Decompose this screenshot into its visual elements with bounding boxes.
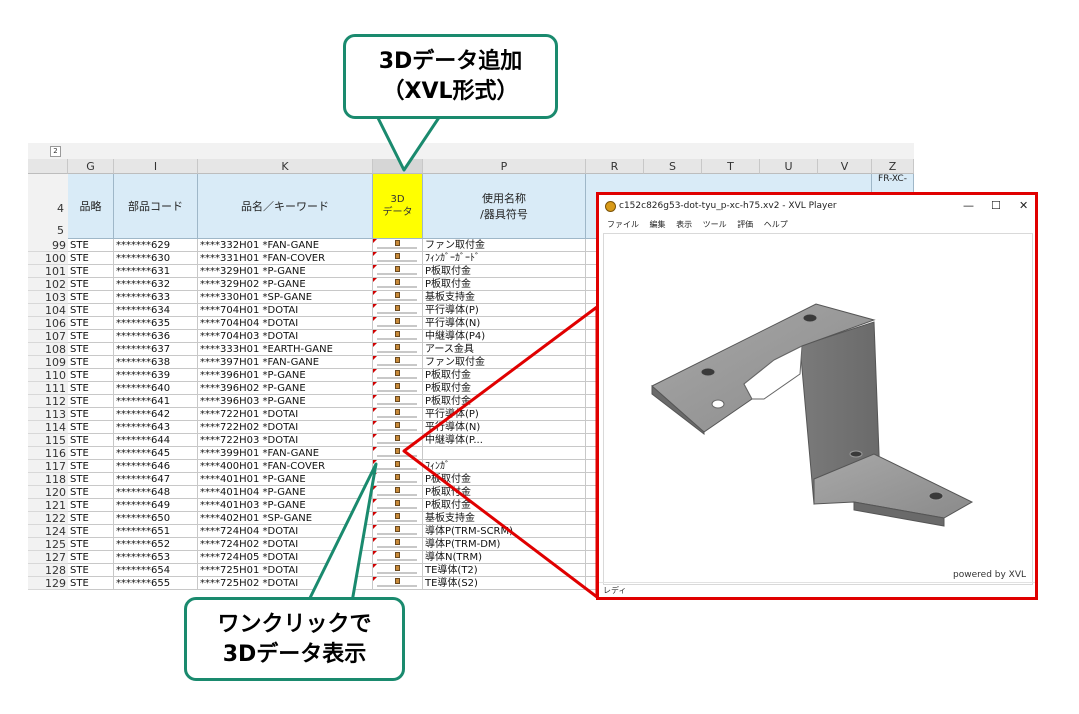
hole-3 <box>711 399 725 409</box>
powered-by-watermark: powered by XVL <box>953 570 1026 580</box>
callout-bottom-line1: ワンクリックで <box>217 612 372 637</box>
close-icon[interactable]: ✕ <box>1019 195 1028 217</box>
hole-4 <box>849 450 863 458</box>
xvl-app-icon <box>605 201 616 212</box>
menu-edit[interactable]: 編集 <box>650 220 666 229</box>
status-text: レディ <box>603 586 627 595</box>
callout-top-line1: 3Dデータ追加 <box>378 49 523 74</box>
callout-add-3d-data: 3Dデータ追加 （XVL形式） <box>343 34 558 119</box>
callout-one-click-3d: ワンクリックで 3Dデータ表示 <box>184 597 405 681</box>
hole-5 <box>928 491 944 501</box>
menu-tools[interactable]: ツール <box>703 220 727 229</box>
callout-bottom-line2: 3Dデータ表示 <box>222 642 367 667</box>
hole-2 <box>700 367 716 377</box>
hole-1 <box>802 313 818 323</box>
menu-file[interactable]: ファイル <box>607 220 639 229</box>
xvl-window-title: c152c826g53-dot-tyu_p-xc-h75.xv2 - XVL P… <box>619 201 837 211</box>
xvl-menu-bar: ファイル 編集 表示 ツール 評価 ヘルプ <box>599 217 1035 232</box>
xvl-status-bar: レディ <box>599 582 1035 598</box>
callout-top-line2: （XVL形式） <box>382 79 519 104</box>
minimize-icon[interactable]: — <box>963 195 974 217</box>
top-callout-pointer <box>375 114 442 172</box>
xvl-title-bar: c152c826g53-dot-tyu_p-xc-h75.xv2 - XVL P… <box>599 195 1035 217</box>
maximize-icon[interactable]: ☐ <box>991 195 1001 217</box>
bracket-3d-model[interactable] <box>604 234 1032 584</box>
menu-view[interactable]: 表示 <box>676 220 692 229</box>
menu-evaluate[interactable]: 評価 <box>737 220 753 229</box>
xvl-player-window: c152c826g53-dot-tyu_p-xc-h75.xv2 - XVL P… <box>596 192 1038 600</box>
zoom-connector <box>402 305 599 599</box>
bottom-callout-pointer <box>306 462 378 604</box>
xvl-3d-viewport[interactable]: powered by XVL <box>603 233 1033 585</box>
menu-help[interactable]: ヘルプ <box>764 220 788 229</box>
